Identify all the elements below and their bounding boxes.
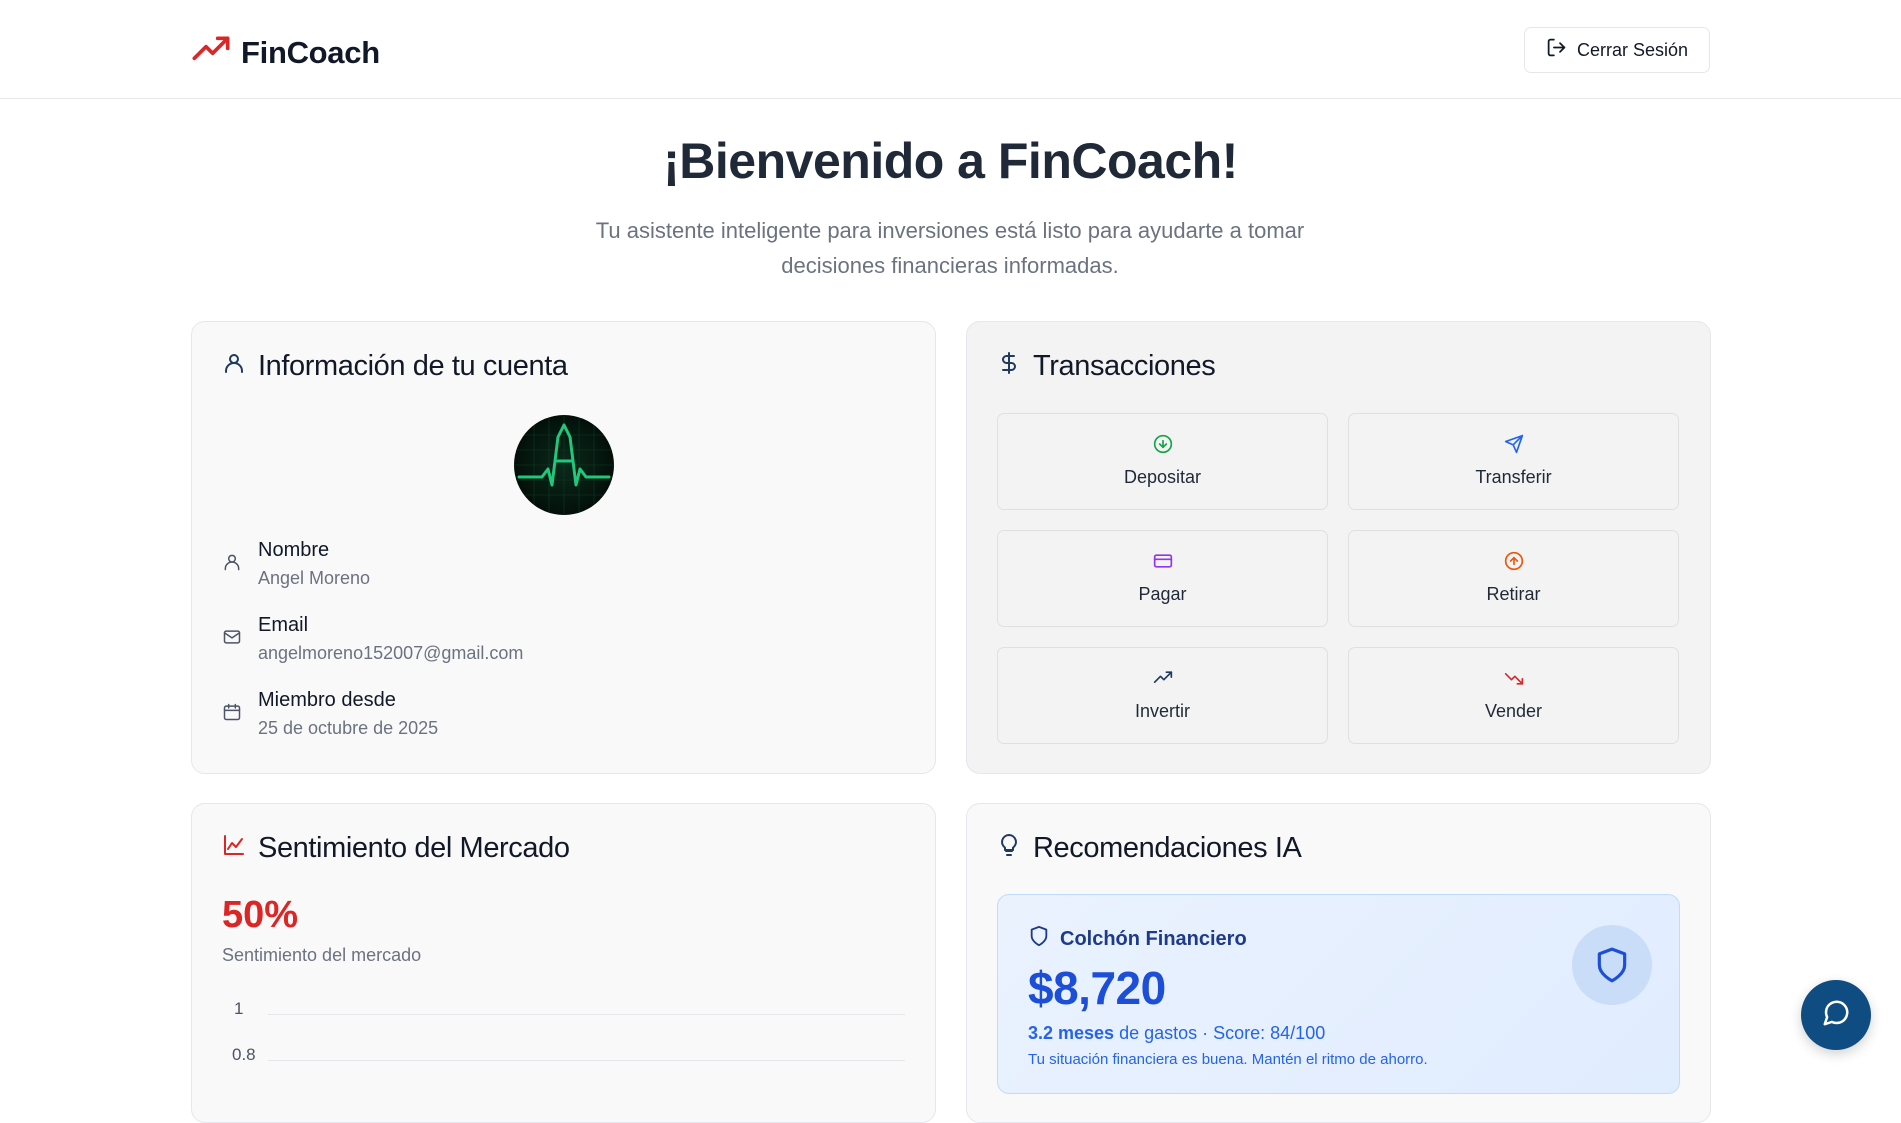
brand-name: FinCoach [241, 34, 380, 70]
withdraw-button[interactable]: Retirar [1348, 530, 1679, 627]
user-icon [222, 350, 246, 383]
emergency-fund-score: de gastos · Score: 84/100 [1114, 1023, 1326, 1043]
transactions-card-title-text: Transacciones [1033, 350, 1216, 382]
emergency-fund-heading: Colchón Financiero [1028, 925, 1247, 953]
logout-button[interactable]: Cerrar Sesión [1524, 27, 1710, 73]
sell-label: Vender [1484, 701, 1543, 721]
ai-recommendations-card: Recomendaciones IA Colchón Financiero $8… [966, 803, 1711, 1123]
ai-recommendations-title: Recomendaciones IA [997, 832, 1302, 865]
emergency-fund-amount: $8,720 [1028, 962, 1166, 1014]
logout-label: Cerrar Sesión [1576, 39, 1689, 60]
y-tick-label: 1 [234, 999, 244, 1018]
dollar-icon [997, 350, 1021, 383]
trending-up-icon [191, 30, 231, 75]
calendar-icon [222, 702, 242, 727]
emergency-fund-card[interactable]: Colchón Financiero $8,720 3.2 meses de g… [997, 894, 1680, 1094]
account-name-label: Nombre [258, 539, 330, 561]
account-member-since-row: Miembro desde 25 de octubre de 2025 [222, 687, 438, 741]
line-chart-icon [222, 832, 246, 865]
market-sentiment-subtitle: Sentimiento del mercado [222, 945, 422, 965]
pay-button[interactable]: Pagar [997, 530, 1328, 627]
page-title: ¡Bienvenido a FinCoach! [663, 133, 1238, 189]
ai-recommendations-title-text: Recomendaciones IA [1033, 832, 1302, 864]
emergency-fund-heading-text: Colchón Financiero [1060, 927, 1247, 950]
gridline [268, 1014, 905, 1015]
market-sentiment-title: Sentimiento del Mercado [222, 832, 570, 865]
avatar[interactable] [514, 415, 614, 515]
gridline [268, 1060, 905, 1061]
transfer-label: Transferir [1475, 467, 1552, 487]
account-member-since-label: Miembro desde [258, 689, 396, 711]
emergency-fund-note: Tu situación financiera es buena. Mantén… [1028, 1051, 1428, 1068]
pay-label: Pagar [1138, 584, 1187, 604]
deposit-label: Depositar [1123, 467, 1202, 487]
account-card: Información de tu cuenta Nombre Angel Mo… [191, 321, 936, 774]
top-header: FinCoach Cerrar Sesión [0, 0, 1901, 99]
page-subtitle-line-2: decisiones financieras informadas. [781, 253, 1119, 278]
transfer-button[interactable]: Transferir [1348, 413, 1679, 510]
account-card-title: Información de tu cuenta [222, 350, 568, 383]
emergency-fund-meta: 3.2 meses de gastos · Score: 84/100 [1028, 1023, 1325, 1044]
transactions-card: Transacciones Depositar Transferir Pagar… [966, 321, 1711, 774]
page-subtitle-line-1: Tu asistente inteligente para inversione… [595, 218, 1305, 243]
log-out-icon [1546, 37, 1567, 63]
invest-button[interactable]: Invertir [997, 647, 1328, 744]
deposit-button[interactable]: Depositar [997, 413, 1328, 510]
sell-button[interactable]: Vender [1348, 647, 1679, 744]
shield-icon [1572, 925, 1652, 1005]
chat-button[interactable] [1801, 980, 1871, 1050]
market-sentiment-title-text: Sentimiento del Mercado [258, 832, 570, 864]
y-tick-label: 0.8 [232, 1045, 256, 1064]
page-subtitle: Tu asistente inteligente para inversione… [540, 213, 1360, 283]
invest-label: Invertir [1134, 701, 1190, 721]
emergency-fund-months: 3.2 meses [1028, 1023, 1115, 1043]
message-circle-icon [1821, 998, 1851, 1033]
lightbulb-icon [997, 832, 1021, 865]
account-email-row: Email angelmoreno152007@gmail.com [222, 612, 523, 666]
account-email-value: angelmoreno152007@gmail.com [258, 643, 524, 663]
account-member-since-value: 25 de octubre de 2025 [258, 718, 439, 738]
account-name-value: Angel Moreno [258, 568, 371, 588]
shield-icon [1028, 925, 1050, 953]
user-icon [222, 552, 242, 577]
market-sentiment-card: Sentimiento del Mercado 50% Sentimiento … [191, 803, 936, 1123]
account-email-label: Email [258, 614, 309, 636]
transactions-card-title: Transacciones [997, 350, 1216, 383]
market-sentiment-value: 50% [222, 894, 299, 936]
withdraw-label: Retirar [1486, 584, 1541, 604]
brand-logo[interactable]: FinCoach [191, 30, 380, 75]
account-card-title-text: Información de tu cuenta [258, 350, 568, 382]
mail-icon [222, 627, 242, 652]
account-name-row: Nombre Angel Moreno [222, 537, 370, 591]
